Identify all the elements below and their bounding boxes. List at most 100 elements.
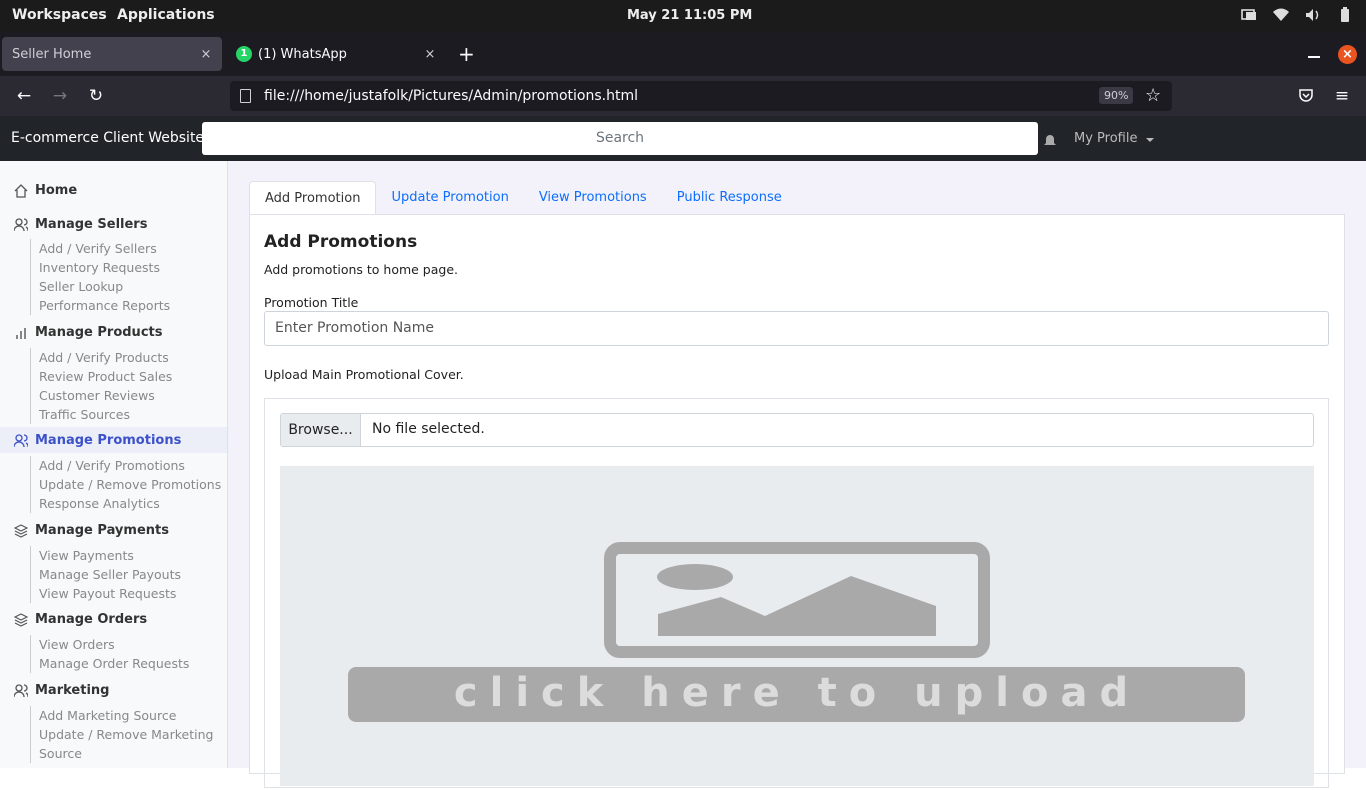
sidebar-link[interactable]: Add Marketing Source xyxy=(31,706,213,725)
sidebar-subgroup-marketing: Add Marketing Source Update / Remove Mar… xyxy=(30,706,213,763)
pocket-icon[interactable] xyxy=(1295,85,1317,107)
sidebar-link[interactable]: Performance Reports xyxy=(31,296,170,315)
tab-view-promotions[interactable]: View Promotions xyxy=(524,181,662,215)
applications-button[interactable]: Applications xyxy=(117,7,215,23)
sidebar-link[interactable]: Customer Reviews xyxy=(31,386,172,405)
layers-icon xyxy=(13,612,29,627)
sidebar-link[interactable]: Update / Remove Promotions xyxy=(31,475,221,494)
upload-caption: click here to upload xyxy=(454,670,1140,716)
sidebar-link[interactable]: Add / Verify Sellers xyxy=(31,239,170,258)
promotion-title-input[interactable]: Enter Promotion Name xyxy=(264,311,1329,346)
system-top-bar: Workspaces Applications May 21 11:05 PM xyxy=(0,0,1366,32)
sidebar: Home Manage Sellers Add / Verify Sellers… xyxy=(0,161,228,768)
sidebar-link[interactable]: Manage Order Requests xyxy=(31,654,189,673)
url-bar[interactable]: file:///home/justafolk/Pictures/Admin/pr… xyxy=(230,81,1172,111)
bell-icon[interactable] xyxy=(1044,132,1056,145)
sidebar-item-label: Manage Promotions xyxy=(35,433,182,448)
sidebar-link[interactable]: Add / Verify Promotions xyxy=(31,456,221,475)
sidebar-item-label: Marketing xyxy=(35,683,110,698)
sidebar-item-manage-sellers[interactable]: Manage Sellers xyxy=(13,217,148,232)
whatsapp-icon: 1 xyxy=(236,46,252,62)
sidebar-link[interactable]: View Payments xyxy=(31,546,181,565)
sidebar-item-label: Home xyxy=(35,183,78,198)
wifi-icon[interactable] xyxy=(1272,6,1290,24)
upload-placeholder-image[interactable]: click here to upload xyxy=(280,466,1314,786)
sidebar-link[interactable]: View Payout Requests xyxy=(31,584,181,603)
back-icon[interactable]: ← xyxy=(13,85,35,107)
forward-icon[interactable]: → xyxy=(49,85,71,107)
layers-icon xyxy=(13,523,29,538)
tab-whatsapp[interactable]: 1 (1) WhatsApp × xyxy=(226,37,446,71)
image-icon xyxy=(604,542,990,658)
tab-title: Seller Home xyxy=(12,46,92,62)
tab-public-response[interactable]: Public Response xyxy=(662,181,797,215)
close-window-button[interactable]: × xyxy=(1338,45,1357,64)
tab-seller-home[interactable]: Seller Home × xyxy=(2,37,222,71)
new-tab-button[interactable]: + xyxy=(458,42,475,66)
sidebar-item-label: Manage Sellers xyxy=(35,217,148,232)
file-status: No file selected. xyxy=(372,421,485,437)
sidebar-item-manage-products[interactable]: Manage Products xyxy=(14,325,162,340)
sidebar-link[interactable]: Add / Verify Products xyxy=(31,348,172,367)
sidebar-link[interactable]: Review Product Sales xyxy=(31,367,172,386)
battery-icon[interactable] xyxy=(1336,6,1354,24)
tab-title: (1) WhatsApp xyxy=(258,46,347,62)
sidebar-subgroup-orders: View Orders Manage Order Requests xyxy=(30,635,189,673)
promotion-title-label: Promotion Title xyxy=(264,295,359,310)
clock[interactable]: May 21 11:05 PM xyxy=(627,8,752,23)
sidebar-item-home[interactable]: Home xyxy=(14,183,77,198)
sidebar-subgroup-promotions: Add / Verify Promotions Update / Remove … xyxy=(30,456,221,513)
home-icon xyxy=(14,183,28,198)
chevron-down-icon[interactable] xyxy=(1146,138,1154,142)
sidebar-link[interactable]: Update / Remove Marketing xyxy=(31,725,213,744)
browser-toolbar: ← → ↻ file:///home/justafolk/Pictures/Ad… xyxy=(0,76,1366,116)
bookmark-star-icon[interactable]: ☆ xyxy=(1145,85,1161,106)
sidebar-link[interactable]: Seller Lookup xyxy=(31,277,170,296)
file-input[interactable]: Browse... No file selected. xyxy=(280,413,1314,447)
sidebar-subgroup-sellers: Add / Verify Sellers Inventory Requests … xyxy=(30,239,170,315)
sidebar-link[interactable]: Manage Seller Payouts xyxy=(31,565,181,584)
page-description: Add promotions to home page. xyxy=(264,262,459,277)
screen-icon[interactable] xyxy=(1240,6,1258,24)
upload-panel: Browse... No file selected. click here t… xyxy=(264,398,1329,788)
sidebar-link[interactable]: Source xyxy=(31,744,213,763)
users-icon xyxy=(13,217,29,232)
sidebar-item-manage-orders[interactable]: Manage Orders xyxy=(13,612,148,627)
upload-label: Upload Main Promotional Cover. xyxy=(264,367,464,382)
close-tab-icon[interactable]: × xyxy=(422,47,438,62)
browser-tab-strip: Seller Home × 1 (1) WhatsApp × xyxy=(0,32,1366,76)
sidebar-item-manage-promotions[interactable]: Manage Promotions xyxy=(13,433,182,448)
volume-icon[interactable] xyxy=(1304,6,1322,24)
minimize-window-icon[interactable] xyxy=(1308,56,1320,58)
tab-add-promotion[interactable]: Add Promotion xyxy=(249,181,377,215)
tab-update-promotion[interactable]: Update Promotion xyxy=(376,181,523,215)
sidebar-item-marketing[interactable]: Marketing xyxy=(13,683,110,698)
profile-menu[interactable]: My Profile xyxy=(1074,131,1137,146)
menu-icon[interactable]: ≡ xyxy=(1331,85,1353,107)
app-header: E-commerce Client Website Search My Prof… xyxy=(0,116,1366,161)
sidebar-subgroup-payments: View Payments Manage Seller Payouts View… xyxy=(30,546,181,603)
workspaces-button[interactable]: Workspaces xyxy=(12,7,107,23)
brand[interactable]: E-commerce Client Website xyxy=(11,130,204,146)
page-icon xyxy=(240,89,251,103)
zoom-level[interactable]: 90% xyxy=(1099,87,1134,104)
url-text[interactable]: file:///home/justafolk/Pictures/Admin/pr… xyxy=(264,88,638,104)
sidebar-item-label: Manage Payments xyxy=(35,523,169,538)
sidebar-item-manage-payments[interactable]: Manage Payments xyxy=(13,523,169,538)
browse-button[interactable]: Browse... xyxy=(281,414,361,446)
reload-icon[interactable]: ↻ xyxy=(85,85,107,107)
promotion-tabs: Add Promotion Update Promotion View Prom… xyxy=(249,181,797,215)
users-icon xyxy=(13,433,29,448)
page-title: Add Promotions xyxy=(264,232,418,252)
bar-chart-icon xyxy=(14,326,28,340)
add-promotion-card: Add Promotions Add promotions to home pa… xyxy=(249,214,1345,788)
sidebar-link[interactable]: Traffic Sources xyxy=(31,405,172,424)
sidebar-item-label: Manage Orders xyxy=(35,612,148,627)
main-content: Add Promotion Update Promotion View Prom… xyxy=(228,161,1366,788)
sidebar-link[interactable]: Response Analytics xyxy=(31,494,221,513)
sidebar-link[interactable]: Inventory Requests xyxy=(31,258,170,277)
close-tab-icon[interactable]: × xyxy=(198,47,214,62)
system-tray[interactable] xyxy=(1240,6,1354,24)
sidebar-link[interactable]: View Orders xyxy=(31,635,189,654)
search-input[interactable]: Search xyxy=(202,122,1038,155)
